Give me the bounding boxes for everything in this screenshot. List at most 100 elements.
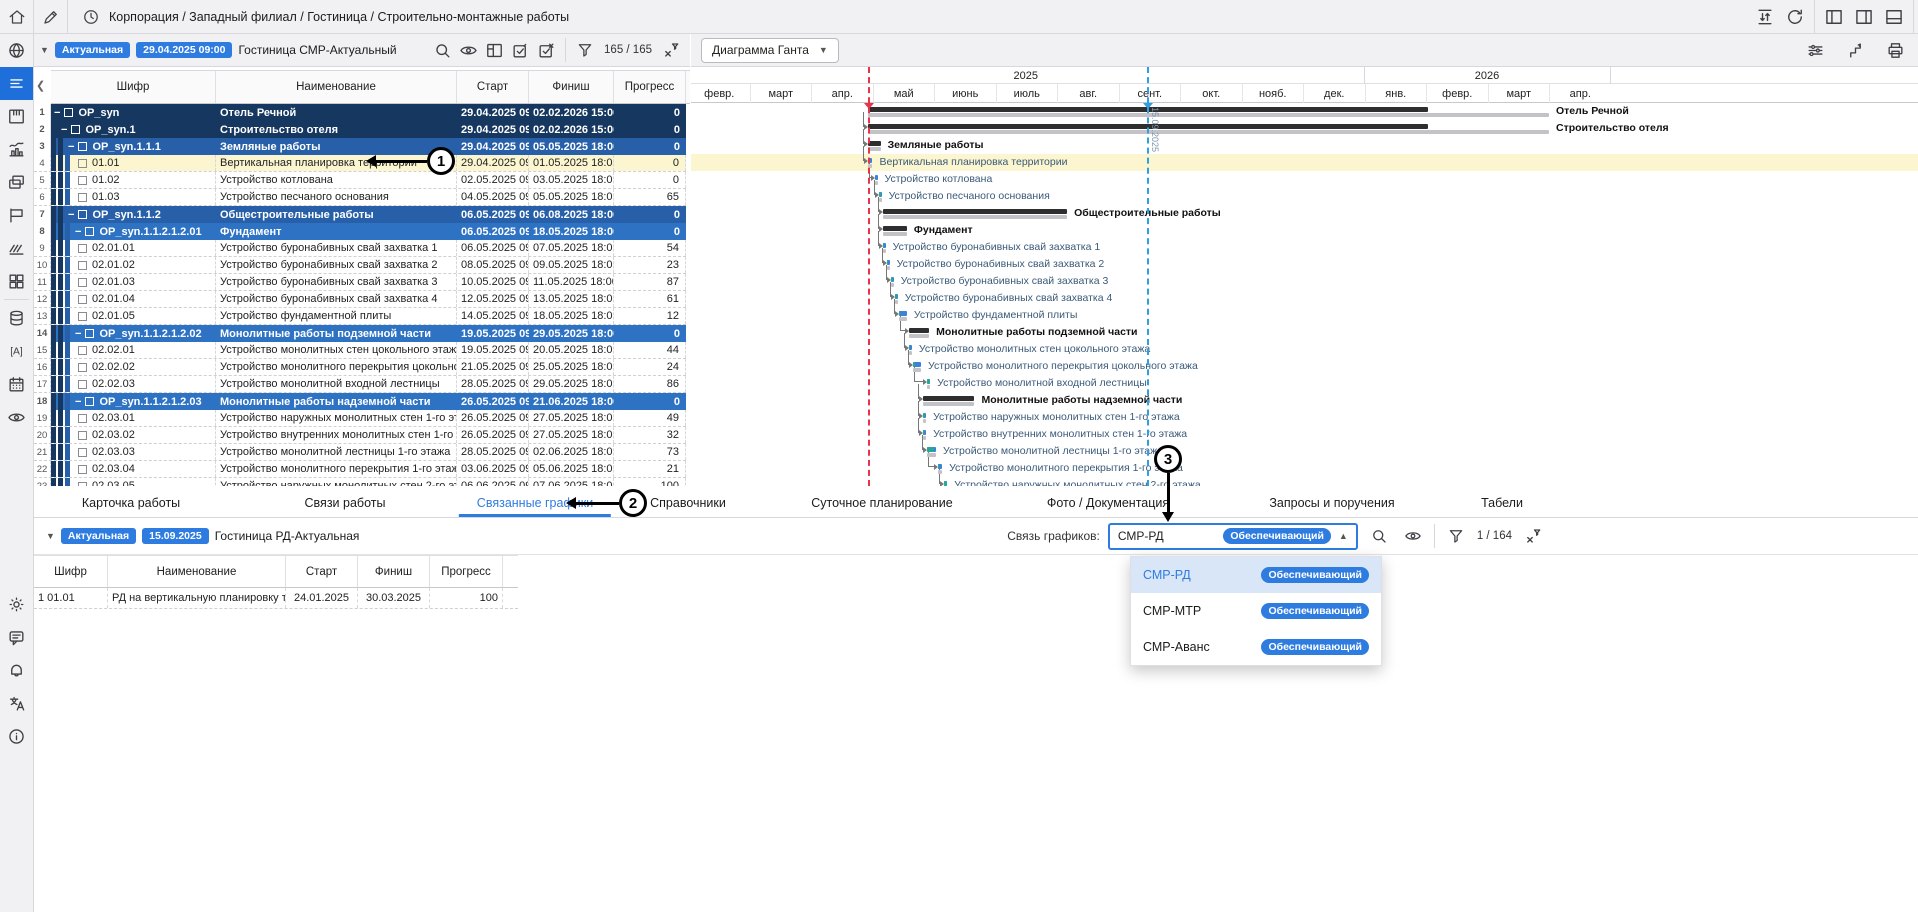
rail-item-comment[interactable] — [0, 621, 33, 654]
rail-item-flag[interactable] — [0, 199, 33, 232]
row-checkbox[interactable] — [78, 448, 87, 457]
eye-icon[interactable] — [1400, 523, 1426, 549]
row-checkbox[interactable] — [78, 244, 87, 253]
row-checkbox[interactable] — [78, 176, 87, 185]
table-row[interactable]: 601.03Устройство песчаного основания04.0… — [34, 189, 686, 206]
rail-item-theme-sun[interactable] — [0, 588, 33, 621]
table-row[interactable]: 401.01Вертикальная планировка территории… — [34, 155, 686, 172]
tab-2[interactable]: Связи работы — [299, 488, 392, 518]
table-row[interactable]: 18−OP_syn.1.1.2.1.2.03Монолитные работы … — [34, 393, 686, 410]
linked-column-header-3[interactable]: Финиш — [358, 556, 430, 587]
gantt-bar[interactable] — [899, 311, 907, 316]
table-row[interactable]: 1202.01.04Устройство буронабивных свай з… — [34, 291, 686, 308]
table-row[interactable]: 3−OP_syn.1.1.1Земляные работы29.04.2025 … — [34, 138, 686, 155]
rail-item-hatch[interactable] — [0, 232, 33, 265]
table-row[interactable]: 2202.03.04Устройство монолитного перекры… — [34, 461, 686, 478]
linked-column-header-4[interactable]: Прогресс — [430, 556, 503, 587]
collapse-panel-chevron-icon[interactable]: ❮ — [36, 79, 45, 92]
expand-caret-icon[interactable]: ▼ — [40, 45, 49, 55]
filter-icon[interactable] — [1443, 523, 1469, 549]
row-checkbox[interactable] — [78, 363, 87, 372]
table-row[interactable]: 1102.01.03Устройство буронабивных свай з… — [34, 274, 686, 291]
rail-item-kanban[interactable] — [0, 100, 33, 133]
column-header-0[interactable]: Шифр — [51, 71, 216, 103]
split-bottom-button[interactable] — [1879, 0, 1909, 34]
tab-8[interactable]: Табели — [1475, 488, 1529, 518]
eye-button[interactable] — [455, 37, 481, 63]
row-checkbox[interactable] — [64, 108, 73, 117]
rail-item-globe[interactable] — [0, 34, 33, 67]
check-square-button[interactable] — [507, 37, 533, 63]
table-row[interactable]: 1702.02.03Устройство монолитной входной … — [34, 376, 686, 393]
rail-item-database[interactable] — [0, 302, 33, 335]
table-row[interactable]: 7−OP_syn.1.1.2Общестроительные работы06.… — [34, 206, 686, 223]
row-checkbox[interactable] — [78, 431, 87, 440]
filter-icon[interactable] — [572, 37, 598, 63]
rail-item-text-style[interactable]: [A] — [0, 335, 33, 368]
row-checkbox[interactable] — [71, 125, 80, 134]
row-checkbox[interactable] — [78, 295, 87, 304]
dropdown-option-2[interactable]: СМР-МТРОбеспечивающий — [1131, 593, 1381, 629]
table-row[interactable]: 501.02Устройство котлована02.05.2025 09:… — [34, 172, 686, 189]
rail-item-chart[interactable] — [0, 133, 33, 166]
table-row[interactable]: 1902.03.01Устройство наружных монолитных… — [34, 410, 686, 427]
expand-caret-icon[interactable]: ▼ — [46, 531, 55, 541]
tab-7[interactable]: Запросы и поручения — [1263, 488, 1400, 518]
gantt-bar[interactable] — [875, 175, 878, 180]
linked-column-header-0[interactable]: Шифр — [34, 556, 108, 587]
table-row[interactable]: 902.01.01Устройство буронабивных свай за… — [34, 240, 686, 257]
column-header-2[interactable]: Старт — [457, 71, 529, 103]
rail-item-folders[interactable] — [0, 166, 33, 199]
row-checkbox[interactable] — [85, 227, 94, 236]
table-row[interactable]: 1002.01.02Устройство буронабивных свай з… — [34, 257, 686, 274]
column-header-3[interactable]: Финиш — [529, 71, 614, 103]
column-header-4[interactable]: Прогресс — [614, 71, 686, 103]
split-left-button[interactable] — [1819, 0, 1849, 34]
search-button[interactable] — [429, 37, 455, 63]
row-checkbox[interactable] — [78, 261, 87, 270]
rail-item-bell[interactable] — [0, 654, 33, 687]
table-row[interactable]: 2−OP_syn.1Строительство отеля29.04.2025 … — [34, 121, 686, 138]
refresh-button[interactable] — [1780, 0, 1810, 34]
table-row[interactable]: 8−OP_syn.1.1.2.1.2.01Фундамент06.05.2025… — [34, 223, 686, 240]
table-row[interactable]: 1502.02.01Устройство монолитных стен цок… — [34, 342, 686, 359]
x-square-button[interactable] — [533, 37, 559, 63]
column-header-1[interactable]: Наименование — [216, 71, 457, 103]
table-row[interactable]: 1302.01.05Устройство фундаментной плиты1… — [34, 308, 686, 325]
dropdown-option-1[interactable]: СМР-РДОбеспечивающий — [1131, 557, 1381, 593]
rail-item-translate[interactable] — [0, 687, 33, 720]
gantt-bar[interactable] — [883, 226, 907, 231]
gantt-bar[interactable] — [909, 328, 929, 333]
row-checkbox[interactable] — [78, 380, 87, 389]
row-checkbox[interactable] — [78, 414, 87, 423]
tab-4[interactable]: Справочники — [644, 488, 732, 518]
clear-filter-icon[interactable] — [1520, 523, 1546, 549]
rail-item-eye[interactable] — [0, 401, 33, 434]
edit-button[interactable] — [34, 0, 68, 34]
settings-sliders-button[interactable] — [1802, 37, 1828, 63]
linked-column-header-2[interactable]: Старт — [286, 556, 358, 587]
layout-button[interactable] — [481, 37, 507, 63]
row-checkbox[interactable] — [78, 159, 87, 168]
print-button[interactable] — [1882, 37, 1908, 63]
row-checkbox[interactable] — [85, 329, 94, 338]
critical-path-button[interactable] — [1842, 37, 1868, 63]
tab-6[interactable]: Фото / Документация — [1041, 488, 1175, 518]
row-checkbox[interactable] — [78, 465, 87, 474]
row-checkbox[interactable] — [78, 312, 87, 321]
row-checkbox[interactable] — [78, 346, 87, 355]
table-row[interactable]: 2302.03.05Устройство наружных монолитных… — [34, 478, 686, 486]
row-checkbox[interactable] — [78, 482, 87, 487]
row-checkbox[interactable] — [78, 278, 87, 287]
row-checkbox[interactable] — [85, 397, 94, 406]
dropdown-option-3[interactable]: СМР-АвансОбеспечивающий — [1131, 629, 1381, 665]
split-center-button[interactable] — [1849, 0, 1879, 34]
tab-1[interactable]: Карточка работы — [76, 488, 186, 518]
linked-column-header-1[interactable]: Наименование — [108, 556, 286, 587]
row-checkbox[interactable] — [78, 142, 87, 151]
table-row[interactable]: 2102.03.03Устройство монолитной лестницы… — [34, 444, 686, 461]
gantt-bar[interactable] — [883, 209, 1068, 214]
rail-item-info[interactable] — [0, 720, 33, 753]
linked-table-row[interactable]: 1 01.01РД на вертикальную планировку тер… — [34, 588, 518, 609]
tab-5[interactable]: Суточное планирование — [805, 488, 958, 518]
